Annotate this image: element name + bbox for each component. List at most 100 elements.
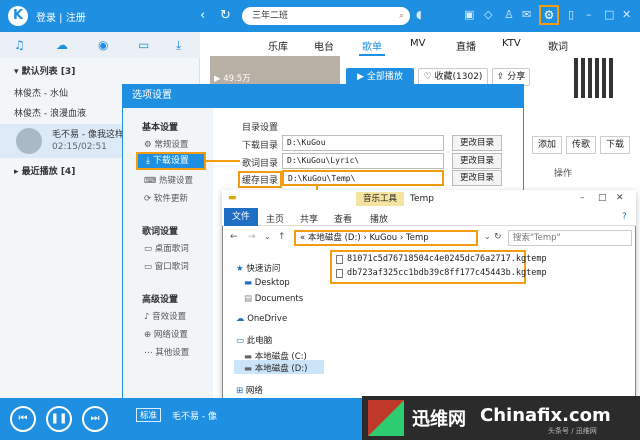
back-icon[interactable]: ‹ (200, 8, 205, 23)
radio-icon[interactable]: ◉ (98, 38, 108, 52)
tab-playlist[interactable]: 歌单 (362, 38, 382, 53)
tab-play[interactable]: 播放 (370, 212, 388, 225)
tab-share[interactable]: 共享 (300, 212, 318, 225)
window-close-icon[interactable]: ✕ (616, 193, 624, 203)
close-icon[interactable]: ✕ (622, 8, 631, 21)
minimize-icon[interactable]: – (586, 8, 592, 21)
download-icon[interactable]: ⤓ (176, 38, 181, 53)
breadcrumb-kugou[interactable]: KuGou (369, 233, 397, 243)
file-item[interactable]: 81071c5d76718504c4e0245dc76a2717.kgtemp (347, 254, 547, 264)
watermark-small: 头条号 / 迅维网 (548, 427, 597, 435)
mini-mode-icon[interactable]: ▯ (568, 8, 574, 21)
search-icon[interactable]: ⌕ (399, 7, 404, 25)
help-icon[interactable]: ? (622, 212, 627, 222)
folder-icon: ▬ (228, 193, 237, 203)
lyric-dir-field[interactable]: D:\KuGou\Lyric\ (282, 153, 444, 169)
voice-icon[interactable]: ◖ (416, 8, 422, 21)
nav-other[interactable]: ⋯ 其他设置 (144, 346, 189, 358)
nav-basic-settings: 基本设置 (142, 123, 179, 133)
tree-this-pc[interactable]: ▭ 此电脑 (236, 334, 272, 346)
nav-desktop-lyrics[interactable]: ▭ 桌面歌词 (144, 242, 189, 254)
nav-general[interactable]: ⚙ 常规设置 (144, 138, 188, 150)
explorer-title: Temp (410, 194, 434, 204)
cache-dir-field[interactable]: D:\KuGou\Temp\ (282, 170, 444, 186)
tab-live[interactable]: 直播 (456, 38, 476, 53)
now-playing-time: 02:15/02:51 (52, 142, 107, 152)
nav-hotkeys[interactable]: ⌨ 热键设置 (144, 174, 193, 186)
cache-dir-label: 缓存目录 (238, 171, 283, 188)
play-mode-badge[interactable]: 标准 (136, 408, 162, 422)
address-dropdown-icon[interactable]: ⌄ (484, 232, 491, 241)
nav-window-lyrics[interactable]: ▭ 窗口歌词 (144, 260, 189, 272)
recent-locations-icon[interactable]: ⌄ (264, 232, 271, 241)
explorer-search-input[interactable]: 搜索"Temp" (508, 230, 632, 246)
window-maximize-icon[interactable]: □ (598, 193, 607, 203)
now-playing-title: 毛不易 - 像我这样 (52, 130, 124, 140)
tab-lyrics[interactable]: 歌词 (548, 38, 568, 53)
tree-network[interactable]: ⊞ 网络 (236, 384, 263, 396)
up-arrow-icon[interactable]: ↑ (278, 232, 286, 242)
address-bar[interactable]: « 本地磁盘 (D:) › KuGou › Temp (294, 230, 478, 246)
gear-icon[interactable]: ⚙ (539, 5, 559, 25)
change-download-dir-button[interactable]: 更改目录 (452, 135, 502, 151)
tab-view[interactable]: 查看 (334, 212, 352, 225)
tab-library[interactable]: 乐库 (268, 38, 288, 53)
register-link[interactable]: 注册 (66, 13, 86, 24)
next-icon[interactable]: ⏭ (82, 406, 108, 432)
skin-icon[interactable]: ◇ (484, 8, 492, 21)
refresh-icon[interactable]: ↻ (220, 8, 231, 23)
nav-lyrics-settings: 歌词设置 (142, 227, 179, 237)
window-minimize-icon[interactable]: – (580, 193, 585, 203)
default-list-header[interactable]: ▾ 默认列表 [3] (14, 64, 75, 77)
change-cache-dir-button[interactable]: 更改目录 (452, 170, 502, 186)
cloud-icon[interactable]: ☁ (56, 38, 68, 52)
back-arrow-icon[interactable]: ← (230, 232, 238, 242)
options-dialog-title: 选项设置 (122, 84, 524, 108)
breadcrumb-drive[interactable]: 本地磁盘 (D:) (308, 233, 361, 243)
music-tools-context-tab[interactable]: 音乐工具 (356, 192, 404, 206)
game-icon[interactable]: ▣ (464, 8, 474, 21)
annotation-line (206, 160, 240, 162)
file-item[interactable]: db723af325cc1bdb39c8ff177c45443b.kgtemp (347, 268, 547, 278)
tab-file[interactable]: 文件 (224, 208, 258, 226)
album-art (16, 128, 42, 154)
forward-arrow-icon[interactable]: → (248, 232, 256, 242)
tree-desktop[interactable]: ▬ Desktop (244, 278, 290, 288)
list-item[interactable]: 林俊杰 - 浪漫血液 (14, 106, 86, 119)
maximize-icon[interactable]: □ (604, 8, 614, 21)
refresh-icon[interactable]: ↻ (494, 232, 502, 242)
nav-sound[interactable]: ♪ 音效设置 (144, 310, 186, 322)
nav-software-update[interactable]: ⟳ 软件更新 (144, 192, 188, 204)
nav-download-selected[interactable]: ⤓ 下载设置 (136, 152, 206, 170)
breadcrumb-temp[interactable]: Temp (406, 233, 429, 243)
mail-icon[interactable]: ✉ (522, 8, 531, 21)
download-dir-field[interactable]: D:\KuGou (282, 135, 444, 151)
nav-advanced: 高级设置 (142, 295, 179, 305)
pause-icon[interactable]: ❚❚ (46, 406, 72, 432)
list-item[interactable]: 林俊杰 - 水仙 (14, 86, 68, 99)
tree-documents[interactable]: ▤ Documents (244, 294, 303, 304)
change-lyric-dir-button[interactable]: 更改目录 (452, 153, 502, 169)
nav-network[interactable]: ⊕ 网络设置 (144, 328, 188, 340)
login-link[interactable]: 登录 (36, 13, 56, 24)
device-icon[interactable]: ▭ (138, 38, 149, 52)
active-tab-indicator (359, 54, 385, 56)
tree-drive-d[interactable]: ▬ 本地磁盘 (D:) (244, 362, 307, 374)
dir-settings-heading: 目录设置 (242, 123, 279, 133)
upload-button[interactable]: 传歌 (566, 136, 596, 154)
watermark-cn: 迅维网 (412, 409, 466, 430)
search-input[interactable]: 三年二班 ⌕ (242, 7, 410, 25)
shirt-icon[interactable]: ♙ (504, 8, 514, 21)
add-button[interactable]: 添加 (532, 136, 562, 154)
tree-quick-access[interactable]: ★ 快速访问 (236, 262, 280, 274)
previous-icon[interactable]: ⏮ (10, 406, 36, 432)
music-note-icon[interactable]: ♫ (14, 38, 25, 52)
tab-ktv[interactable]: KTV (502, 38, 521, 49)
login-register: 登录 | 注册 (36, 13, 86, 24)
recent-header[interactable]: ▸ 最近播放 [4] (14, 164, 75, 177)
download-button[interactable]: 下载 (600, 136, 630, 154)
tree-onedrive[interactable]: ☁ OneDrive (236, 314, 287, 324)
tab-mv[interactable]: MV (410, 38, 425, 49)
tab-home[interactable]: 主页 (266, 212, 284, 225)
tab-radio[interactable]: 电台 (314, 38, 334, 53)
